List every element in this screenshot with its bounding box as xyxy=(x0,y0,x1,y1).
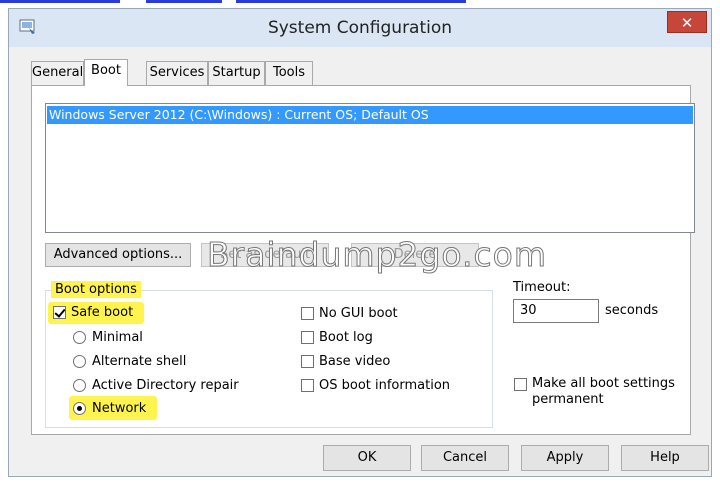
top-link-underline xyxy=(0,0,720,6)
title-bar: System Configuration ✕ xyxy=(9,9,711,47)
minimal-radio[interactable] xyxy=(73,331,86,344)
network-radio[interactable] xyxy=(73,402,86,415)
boot-log-label: Boot log xyxy=(319,330,373,345)
timeout-input[interactable]: 30 xyxy=(513,299,599,323)
timeout-unit-label: seconds xyxy=(605,303,659,318)
safe-boot-checkbox[interactable] xyxy=(53,306,66,319)
timeout-label: Timeout: xyxy=(513,280,571,295)
advanced-options-button[interactable]: Advanced options... xyxy=(45,243,191,267)
system-configuration-window: System Configuration ✕ General Boot Serv… xyxy=(8,8,712,477)
no-gui-boot-checkbox[interactable] xyxy=(301,307,314,320)
alternate-shell-label: Alternate shell xyxy=(92,354,187,369)
alternate-shell-radio[interactable] xyxy=(73,355,86,368)
os-boot-information-checkbox[interactable] xyxy=(301,379,314,392)
boot-log-checkbox[interactable] xyxy=(301,331,314,344)
boot-options-label: Boot options xyxy=(51,281,141,298)
close-button[interactable]: ✕ xyxy=(667,11,707,33)
tab-services[interactable]: Services xyxy=(146,61,208,85)
link-underline-segment xyxy=(0,0,120,3)
ok-button[interactable]: OK xyxy=(323,445,411,471)
network-label: Network xyxy=(92,401,147,416)
make-permanent-label-line1: Make all boot settings xyxy=(532,376,675,391)
tab-startup[interactable]: Startup xyxy=(208,61,265,85)
make-permanent-label-line2: permanent xyxy=(532,392,604,407)
no-gui-boot-label: No GUI boot xyxy=(319,306,398,321)
link-underline-segment xyxy=(146,0,222,3)
tab-boot[interactable]: Boot xyxy=(84,59,128,86)
os-list-item[interactable]: Windows Server 2012 (C:\Windows) : Curre… xyxy=(47,106,693,124)
base-video-label: Base video xyxy=(319,354,391,369)
active-directory-repair-label: Active Directory repair xyxy=(92,378,239,393)
apply-button[interactable]: Apply xyxy=(521,445,609,471)
os-boot-information-label: OS boot information xyxy=(319,378,451,393)
minimal-label: Minimal xyxy=(92,330,143,345)
active-directory-repair-radio[interactable] xyxy=(73,379,86,392)
cancel-button[interactable]: Cancel xyxy=(421,445,509,471)
base-video-checkbox[interactable] xyxy=(301,355,314,368)
help-button[interactable]: Help xyxy=(621,445,709,471)
tab-tools[interactable]: Tools xyxy=(265,61,313,85)
tab-general[interactable]: General xyxy=(31,61,84,85)
link-underline-segment xyxy=(236,0,466,3)
make-permanent-checkbox[interactable] xyxy=(514,378,527,391)
safe-boot-label: Safe boot xyxy=(71,305,134,320)
watermark-text: Braindump2go.com xyxy=(207,235,547,275)
os-list[interactable]: Windows Server 2012 (C:\Windows) : Curre… xyxy=(45,103,695,233)
window-title: System Configuration xyxy=(267,18,453,38)
